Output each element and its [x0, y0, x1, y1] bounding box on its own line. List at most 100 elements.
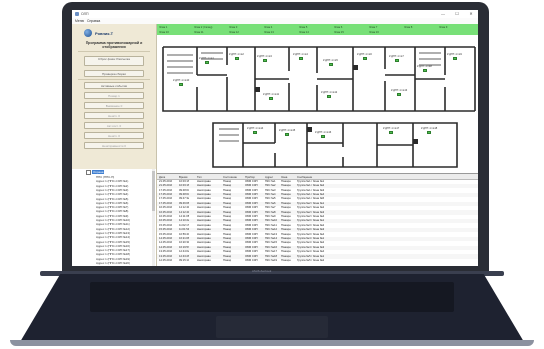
log-column-header[interactable]: Тип [197, 175, 202, 179]
reset-button[interactable]: Сброс фаза: Рассылка [84, 56, 144, 66]
smoke-detector-icon[interactable] [321, 135, 325, 138]
smoke-detector-icon[interactable] [205, 61, 209, 64]
minimize-button[interactable]: — [436, 10, 450, 18]
log-cell: ПКС №6 [265, 201, 276, 205]
floor-tab[interactable]: Этаж 6 [334, 25, 368, 30]
log-column-header[interactable]: Сообщение [297, 175, 312, 179]
log-column-header[interactable]: Адрес [265, 175, 273, 179]
sensor-label: Z ДПТ-1 №8 [417, 65, 432, 68]
divider [78, 79, 150, 80]
log-cell: Пожарн. [281, 188, 292, 192]
expand-icon[interactable] [86, 170, 91, 175]
smoke-detector-icon[interactable] [179, 83, 183, 86]
floor-tab[interactable]: Этаж 1 [159, 25, 193, 30]
log-cell: ОБМ СЭП [245, 259, 258, 263]
maximize-button[interactable]: ☐ [450, 10, 464, 18]
log-cell: ОБМ СЭП [245, 215, 258, 219]
log-cell: 12:43:26 [179, 254, 190, 258]
smoke-detector-icon[interactable] [397, 93, 401, 96]
log-column-header[interactable]: Прибор [245, 175, 255, 179]
smoke-detector-icon[interactable] [427, 131, 431, 134]
sensor-label: Z ДПТ-1 №1 [199, 57, 214, 60]
unused-button[interactable]: Неисп. 0 [84, 132, 144, 139]
smoke-detector-icon[interactable] [389, 131, 393, 134]
smoke-detector-icon[interactable] [263, 59, 267, 62]
smoke-detector-icon[interactable] [395, 59, 399, 62]
log-cell: Группа №1 / Зона №3 [297, 188, 325, 192]
log-cell: Неисправн. [197, 201, 212, 205]
tree-root[interactable]: Охрана [86, 170, 105, 175]
log-cell: Пожарн. [281, 228, 292, 232]
smoke-detector-icon[interactable] [453, 57, 457, 60]
smoke-detector-icon[interactable] [235, 57, 239, 60]
log-cell: Неисправн. [197, 188, 212, 192]
smoke-detector-icon[interactable] [299, 57, 303, 60]
floor-tab[interactable]: Этаж 8 [404, 25, 438, 30]
floor-tab[interactable]: Этаж 2 (Склад) [194, 25, 228, 30]
globe-icon [84, 29, 92, 37]
log-column-header[interactable]: Состояние [223, 175, 237, 179]
log-cell: 21.05.2019 [159, 179, 173, 183]
active-events-button[interactable]: Активные события [84, 82, 144, 89]
sensor-label: Z ДПТ-1 №13 [391, 89, 408, 92]
log-cell: Пожарн. [281, 197, 292, 201]
log-cell: Группа №1 / Зона №2 [297, 184, 325, 188]
smoke-detector-icon[interactable] [269, 97, 273, 100]
tree-scrollbar[interactable] [152, 169, 155, 266]
log-cell: ПКС №14 [265, 237, 278, 241]
fault-button[interactable]: Неисп. 0 [84, 112, 144, 119]
touchpad [216, 316, 328, 338]
active-state-button[interactable]: Акт.сост. 0 [84, 122, 144, 129]
smoke-detector-icon[interactable] [285, 133, 289, 136]
logo-text: Ровник-T [95, 30, 114, 36]
log-row[interactable]: 12.05.2019 09:15:10 Неисправн. Пожар ОБМ СЭП… [157, 259, 478, 263]
log-cell: Пожарн. [281, 179, 292, 183]
check-assembly-button[interactable]: Проверка сборки [84, 70, 144, 77]
divider [78, 51, 150, 52]
log-cell: Группа №3 / Зона №2 [297, 223, 325, 227]
log-cell: Группа №2 / Зона №3 [297, 210, 325, 214]
log-cell: Пожар [223, 179, 232, 183]
log-cell: Пожарн. [281, 215, 292, 219]
fire-button[interactable]: Пожар 1 [84, 92, 144, 99]
sensor-label: Z ДПТ-1 №2 [229, 53, 244, 56]
log-cell: Группа №5 / Зона №1 [297, 254, 325, 258]
log-cell: Группа №2 / Зона №4 [297, 215, 325, 219]
floor-tab[interactable]: Этаж 4 [264, 25, 298, 30]
log-cell: Пожар [223, 241, 232, 245]
menu-item-help[interactable]: Справка [87, 19, 100, 23]
smoke-detector-icon[interactable] [327, 95, 331, 98]
menu-item-menu[interactable]: Меню [75, 19, 84, 23]
floor-tab[interactable]: Этаж 5 [299, 25, 333, 30]
tree-item[interactable]: Адрес 1 (ППС-СЭП №20) [96, 261, 130, 265]
floor-tabs: Этаж 1 Этаж 2 (Склад) Этаж 3 Этаж 4 Этаж 5 Эт… [157, 24, 478, 35]
log-cell: Неисправн. [197, 232, 212, 236]
log-cell: Пожарн. [281, 254, 292, 258]
log-cell: 14.05.2019 [159, 237, 173, 241]
log-column-header[interactable]: Время [179, 175, 187, 179]
close-button[interactable]: ✕ [464, 10, 478, 18]
log-column-header[interactable]: Зона [281, 175, 287, 179]
attention-button[interactable]: Внимание 0 [84, 102, 144, 109]
log-cell: ОБМ СЭП [245, 184, 258, 188]
log-cell: 13.05.2019 [159, 250, 173, 254]
log-cell: Неисправн. [197, 223, 212, 227]
log-cell: 16.05.2019 [159, 206, 173, 210]
scroll-thumb[interactable] [152, 171, 155, 211]
log-cell: Группа №4 / Зона №4 [297, 250, 325, 254]
log-cell: 11:02:17 [179, 223, 190, 227]
log-cell: Пожар [223, 219, 232, 223]
smoke-detector-icon[interactable] [253, 131, 257, 134]
smoke-detector-icon[interactable] [363, 57, 367, 60]
log-cell: 15.05.2019 [159, 223, 173, 227]
log-cell: ПКС №1 [265, 179, 276, 183]
smoke-detector-icon[interactable] [329, 63, 333, 66]
log-column-header[interactable]: Дата [159, 175, 165, 179]
floor-tab[interactable]: Этаж 3 [229, 25, 263, 30]
faults-button[interactable]: Неисправности 0 [84, 142, 144, 149]
sensor-label: Z ДПТ-1 №14 [247, 127, 264, 130]
floor-tab[interactable]: Этаж 9 [439, 25, 473, 30]
log-cell: 16.05.2019 [159, 215, 173, 219]
floor-tab[interactable]: Этаж 7 [369, 25, 403, 30]
smoke-detector-icon[interactable] [423, 69, 427, 72]
